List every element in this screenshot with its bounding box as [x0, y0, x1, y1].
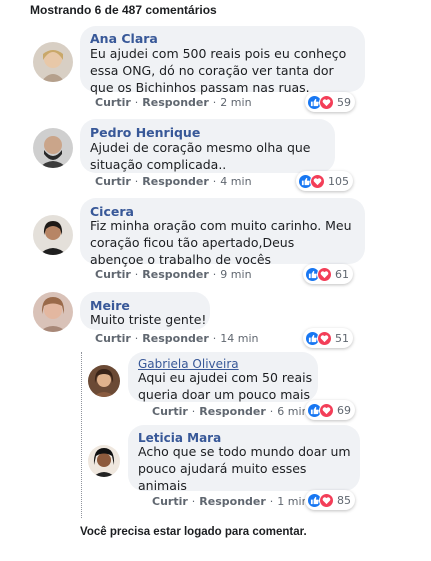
reply-link[interactable]: Responder — [142, 96, 209, 109]
like-link[interactable]: Curtir — [152, 405, 188, 418]
reaction-count: 85 — [337, 493, 351, 507]
reaction-summary[interactable]: 85 — [305, 490, 355, 510]
heart-icon — [319, 94, 334, 110]
reply-link[interactable]: Responder — [142, 268, 209, 281]
comments-count-header: Mostrando 6 de 487 comentários — [30, 3, 217, 17]
comment-actions: Curtir · Responder · 9 min — [95, 268, 252, 281]
separator: · — [191, 405, 196, 418]
reply-text: Acho que se todo mundo doar um pouco aju… — [138, 444, 351, 493]
comment-time[interactable]: 2 min — [220, 96, 251, 109]
reaction-summary[interactable]: 51 — [303, 328, 353, 348]
reply-link[interactable]: Responder — [199, 405, 266, 418]
separator: · — [212, 175, 217, 188]
reaction-summary[interactable]: 105 — [296, 171, 353, 191]
avatar[interactable] — [88, 445, 120, 477]
like-link[interactable]: Curtir — [95, 96, 131, 109]
avatar[interactable] — [33, 292, 73, 332]
reaction-summary[interactable]: 69 — [305, 400, 355, 420]
comment-time[interactable]: 4 min — [220, 175, 251, 188]
heart-icon — [319, 402, 334, 418]
login-notice: Você precisa estar logado para comentar. — [80, 526, 307, 538]
reaction-count: 51 — [335, 331, 349, 345]
reply-text: Aqui eu ajudei com 50 reais queria doar … — [138, 370, 313, 402]
avatar[interactable] — [33, 215, 73, 255]
avatar[interactable] — [33, 128, 73, 168]
heart-icon — [319, 492, 334, 508]
like-link[interactable]: Curtir — [152, 495, 188, 508]
comment-actions: Curtir · Responder · 4 min — [95, 175, 252, 188]
comment-text: Ajudei de coração mesmo olha que situaçã… — [90, 140, 311, 172]
separator: · — [269, 405, 274, 418]
comment-time[interactable]: 14 min — [220, 332, 258, 345]
reply-actions: Curtir · Responder · 1 min — [152, 495, 309, 508]
reaction-count: 105 — [328, 174, 349, 188]
separator: · — [134, 332, 139, 345]
comment-text: Muito triste gente! — [90, 312, 207, 327]
reply-time[interactable]: 1 min — [277, 495, 308, 508]
reply-link[interactable]: Responder — [142, 332, 209, 345]
reaction-count: 69 — [337, 403, 351, 417]
separator: · — [212, 268, 217, 281]
heart-icon — [317, 266, 332, 282]
separator: · — [191, 495, 196, 508]
separator: · — [134, 96, 139, 109]
reply-thread-line — [81, 352, 82, 518]
separator: · — [269, 495, 274, 508]
reply-actions: Curtir · Responder · 6 min — [152, 405, 309, 418]
reply-link[interactable]: Responder — [142, 175, 209, 188]
like-link[interactable]: Curtir — [95, 332, 131, 345]
comment-author[interactable]: Ana Clara — [90, 31, 158, 46]
avatar[interactable] — [33, 42, 73, 82]
separator: · — [134, 268, 139, 281]
reaction-count: 59 — [337, 95, 351, 109]
comment-author[interactable]: Pedro Henrique — [90, 125, 200, 140]
reply-link[interactable]: Responder — [199, 495, 266, 508]
comment-actions: Curtir · Responder · 2 min — [95, 96, 252, 109]
like-link[interactable]: Curtir — [95, 268, 131, 281]
separator: · — [134, 175, 139, 188]
like-link[interactable]: Curtir — [95, 175, 131, 188]
reaction-summary[interactable]: 59 — [305, 92, 355, 112]
heart-icon — [310, 173, 325, 189]
separator: · — [212, 332, 217, 345]
avatar[interactable] — [88, 365, 120, 397]
comment-time[interactable]: 9 min — [220, 268, 251, 281]
reaction-count: 61 — [335, 267, 349, 281]
comment-text: Fiz minha oração com muito carinho. Meu … — [90, 218, 352, 267]
separator: · — [212, 96, 217, 109]
comment-actions: Curtir · Responder · 14 min — [95, 332, 259, 345]
reaction-summary[interactable]: 61 — [303, 264, 353, 284]
comment-text: Eu ajudei com 500 reais pois eu conheço … — [90, 46, 347, 95]
reply-time[interactable]: 6 min — [277, 405, 308, 418]
heart-icon — [317, 330, 332, 346]
